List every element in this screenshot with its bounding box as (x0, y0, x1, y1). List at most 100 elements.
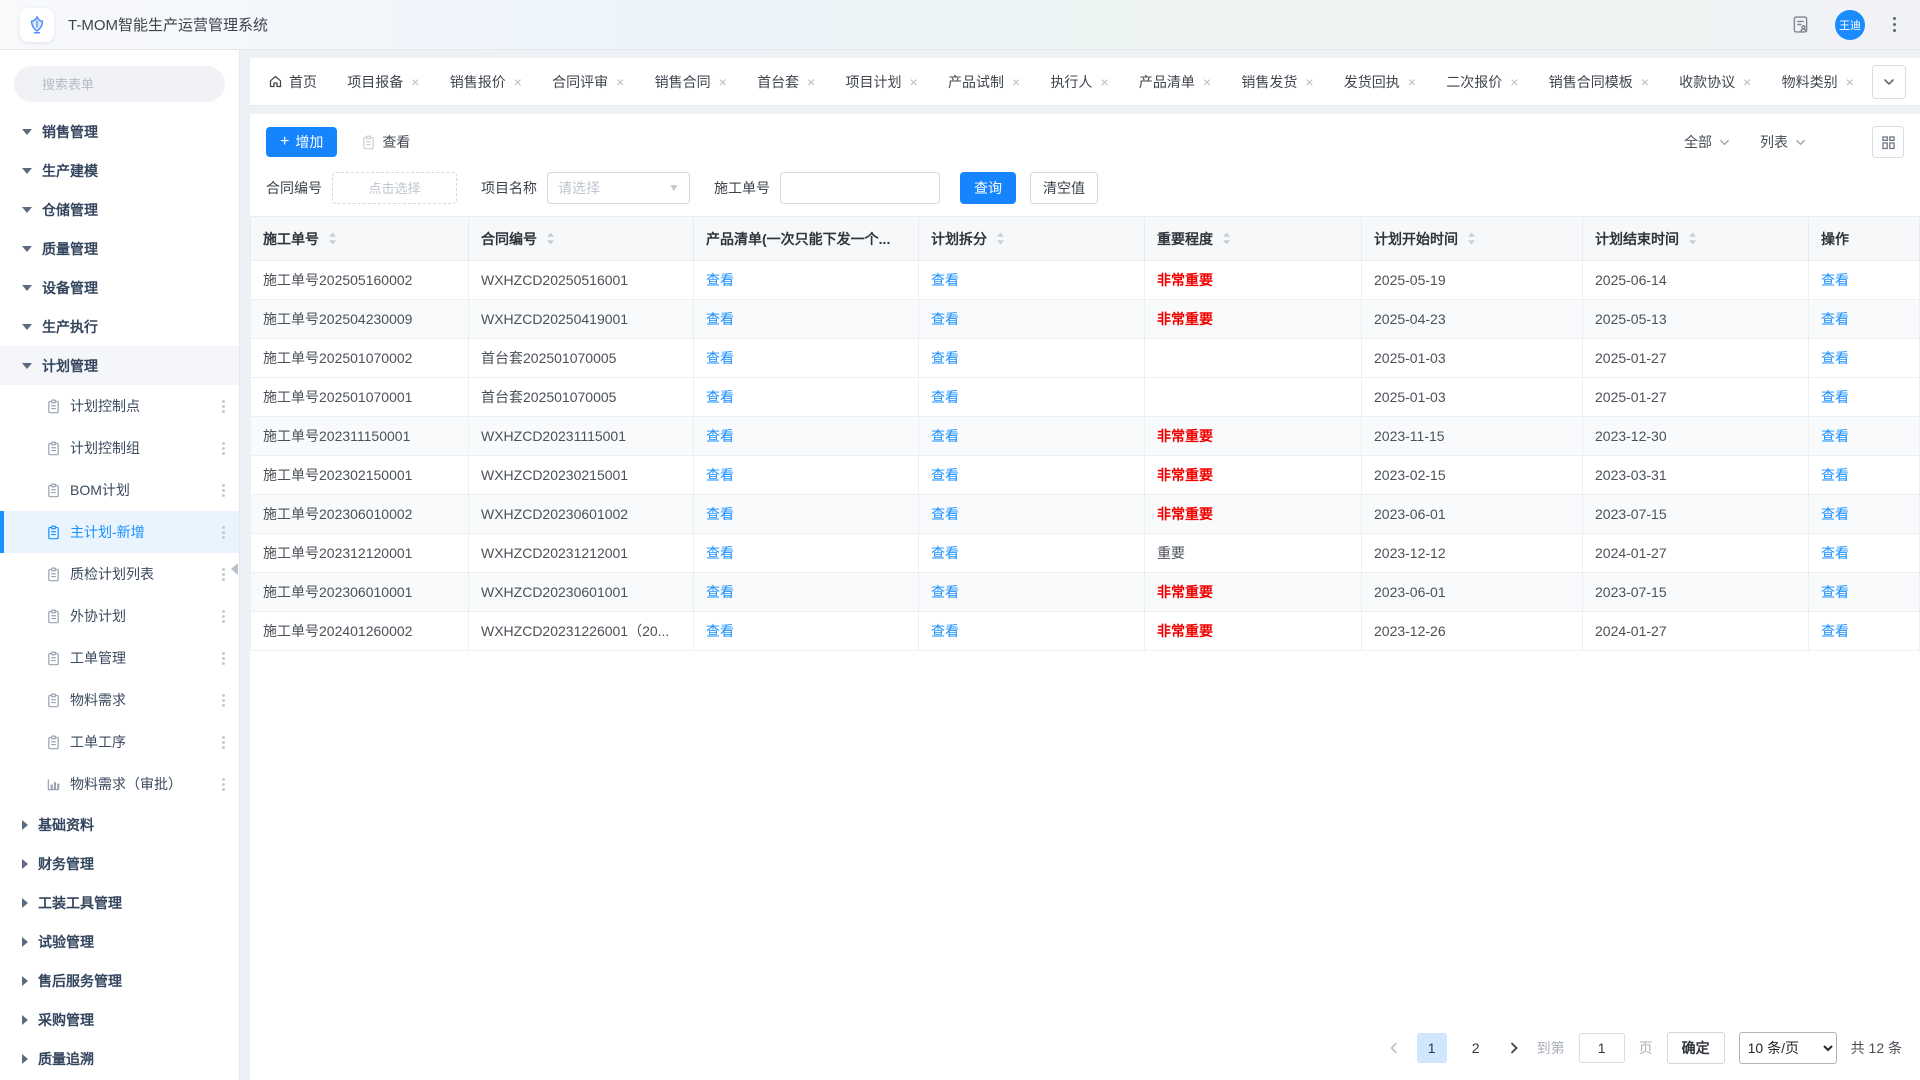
plan-split-view-link[interactable]: 查看 (931, 350, 959, 366)
tab[interactable]: 销售发货 × (1241, 72, 1313, 92)
sort-icon[interactable] (1222, 232, 1231, 245)
sidebar-group-item[interactable]: 采购管理 (0, 1000, 239, 1039)
tab-close-icon[interactable]: × (514, 75, 522, 89)
project-select[interactable]: 请选择 ▼ (547, 172, 690, 204)
sort-icon[interactable] (546, 232, 555, 245)
plan-split-view-link[interactable]: 查看 (931, 545, 959, 561)
product-list-view-link[interactable]: 查看 (706, 506, 734, 522)
column-header[interactable]: 产品清单(一次只能下发一个... (694, 217, 919, 261)
tab[interactable]: 项目报备 × (347, 72, 419, 92)
row-action-view-link[interactable]: 查看 (1821, 350, 1849, 366)
tab[interactable]: 首台套 × (757, 72, 815, 92)
tab[interactable]: 项目计划 × (846, 72, 918, 92)
column-header[interactable]: 施工单号 (251, 217, 469, 261)
tab[interactable]: 销售合同模板 × (1549, 72, 1649, 92)
tab[interactable]: 发货回执 × (1344, 72, 1416, 92)
plan-split-view-link[interactable]: 查看 (931, 506, 959, 522)
sidebar-sub-item[interactable]: 工单工序 (0, 721, 239, 763)
page-number-button[interactable]: 1 (1417, 1033, 1447, 1063)
column-settings-button[interactable] (1872, 126, 1904, 158)
more-menu-icon[interactable] (1889, 13, 1900, 36)
row-action-view-link[interactable]: 查看 (1821, 467, 1849, 483)
contract-picker-input[interactable] (332, 172, 457, 204)
item-options-icon[interactable] (218, 732, 229, 753)
sort-icon[interactable] (1688, 232, 1697, 245)
plan-split-view-link[interactable]: 查看 (931, 584, 959, 600)
sidebar-group-item[interactable]: 生产建模 (0, 151, 239, 190)
column-header[interactable]: 计划开始时间 (1362, 217, 1583, 261)
tab-close-icon[interactable]: × (1100, 75, 1108, 89)
sidebar-sub-item[interactable]: 质检计划列表 (0, 553, 239, 595)
row-action-view-link[interactable]: 查看 (1821, 311, 1849, 327)
item-options-icon[interactable] (218, 396, 229, 417)
plan-split-view-link[interactable]: 查看 (931, 428, 959, 444)
sidebar-sub-item[interactable]: 物料需求（审批） (0, 763, 239, 805)
tab-close-icon[interactable]: × (807, 75, 815, 89)
item-options-icon[interactable] (218, 564, 229, 585)
scope-dropdown[interactable]: 全部 (1684, 132, 1730, 152)
sidebar-group-item[interactable]: 质量追溯 (0, 1039, 239, 1078)
sidebar-sub-item[interactable]: 主计划-新增 (0, 511, 239, 553)
sidebar-sub-item[interactable]: 计划控制点 (0, 385, 239, 427)
prev-page-button[interactable] (1385, 1039, 1403, 1057)
tab-close-icon[interactable]: × (1510, 75, 1518, 89)
tab[interactable]: 销售合同 × (655, 72, 727, 92)
tab-close-icon[interactable]: × (910, 75, 918, 89)
tab-close-icon[interactable]: × (1743, 75, 1751, 89)
tab[interactable]: 产品清单 × (1139, 72, 1211, 92)
row-action-view-link[interactable]: 查看 (1821, 623, 1849, 639)
page-number-button[interactable]: 2 (1461, 1033, 1491, 1063)
layout-dropdown[interactable]: 列表 (1760, 132, 1806, 152)
row-action-view-link[interactable]: 查看 (1821, 506, 1849, 522)
sidebar-collapse-handle[interactable] (231, 556, 241, 582)
product-list-view-link[interactable]: 查看 (706, 428, 734, 444)
row-action-view-link[interactable]: 查看 (1821, 545, 1849, 561)
plan-split-view-link[interactable]: 查看 (931, 311, 959, 327)
item-options-icon[interactable] (218, 522, 229, 543)
product-list-view-link[interactable]: 查看 (706, 584, 734, 600)
sidebar-sub-item[interactable]: 物料需求 (0, 679, 239, 721)
tab[interactable]: 合同评审 × (552, 72, 624, 92)
add-button[interactable]: + 增加 (266, 127, 337, 157)
sort-icon[interactable] (328, 232, 337, 245)
product-list-view-link[interactable]: 查看 (706, 272, 734, 288)
tab-close-icon[interactable]: × (1203, 75, 1211, 89)
product-list-view-link[interactable]: 查看 (706, 311, 734, 327)
column-header[interactable]: 合同编号 (469, 217, 694, 261)
sidebar-group-item[interactable]: 基础资料 (0, 805, 239, 844)
approval-doc-icon[interactable] (1790, 14, 1811, 35)
item-options-icon[interactable] (218, 648, 229, 669)
query-button[interactable]: 查询 (960, 172, 1016, 204)
plan-split-view-link[interactable]: 查看 (931, 467, 959, 483)
plan-split-view-link[interactable]: 查看 (931, 389, 959, 405)
sidebar-group-item[interactable]: 试验管理 (0, 922, 239, 961)
row-action-view-link[interactable]: 查看 (1821, 584, 1849, 600)
tab[interactable]: 产品试制 × (948, 72, 1020, 92)
workorder-input[interactable] (780, 172, 940, 204)
tab[interactable]: 执行人 × (1050, 72, 1108, 92)
item-options-icon[interactable] (218, 690, 229, 711)
tab-close-icon[interactable]: × (1305, 75, 1313, 89)
column-header[interactable]: 计划拆分 (919, 217, 1145, 261)
sidebar-group-item[interactable]: 财务管理 (0, 844, 239, 883)
goto-page-input[interactable] (1579, 1033, 1625, 1063)
tab-close-icon[interactable]: × (1641, 75, 1649, 89)
row-action-view-link[interactable]: 查看 (1821, 272, 1849, 288)
item-options-icon[interactable] (218, 606, 229, 627)
sidebar-group-item[interactable]: 仓储管理 (0, 190, 239, 229)
product-list-view-link[interactable]: 查看 (706, 389, 734, 405)
product-list-view-link[interactable]: 查看 (706, 467, 734, 483)
next-page-button[interactable] (1505, 1039, 1523, 1057)
sidebar-group-item[interactable]: 设备管理 (0, 268, 239, 307)
product-list-view-link[interactable]: 查看 (706, 350, 734, 366)
sort-icon[interactable] (1467, 232, 1476, 245)
item-options-icon[interactable] (218, 774, 229, 795)
sidebar-search-input[interactable] (14, 66, 225, 102)
sidebar-group-item[interactable]: 售后服务管理 (0, 961, 239, 1000)
sidebar-group-item[interactable]: 生产执行 (0, 307, 239, 346)
sidebar-group-item[interactable]: 工装工具管理 (0, 883, 239, 922)
sidebar-group-item[interactable]: 销售管理 (0, 112, 239, 151)
tab-close-icon[interactable]: × (616, 75, 624, 89)
row-action-view-link[interactable]: 查看 (1821, 428, 1849, 444)
column-header[interactable]: 计划结束时间 (1583, 217, 1809, 261)
